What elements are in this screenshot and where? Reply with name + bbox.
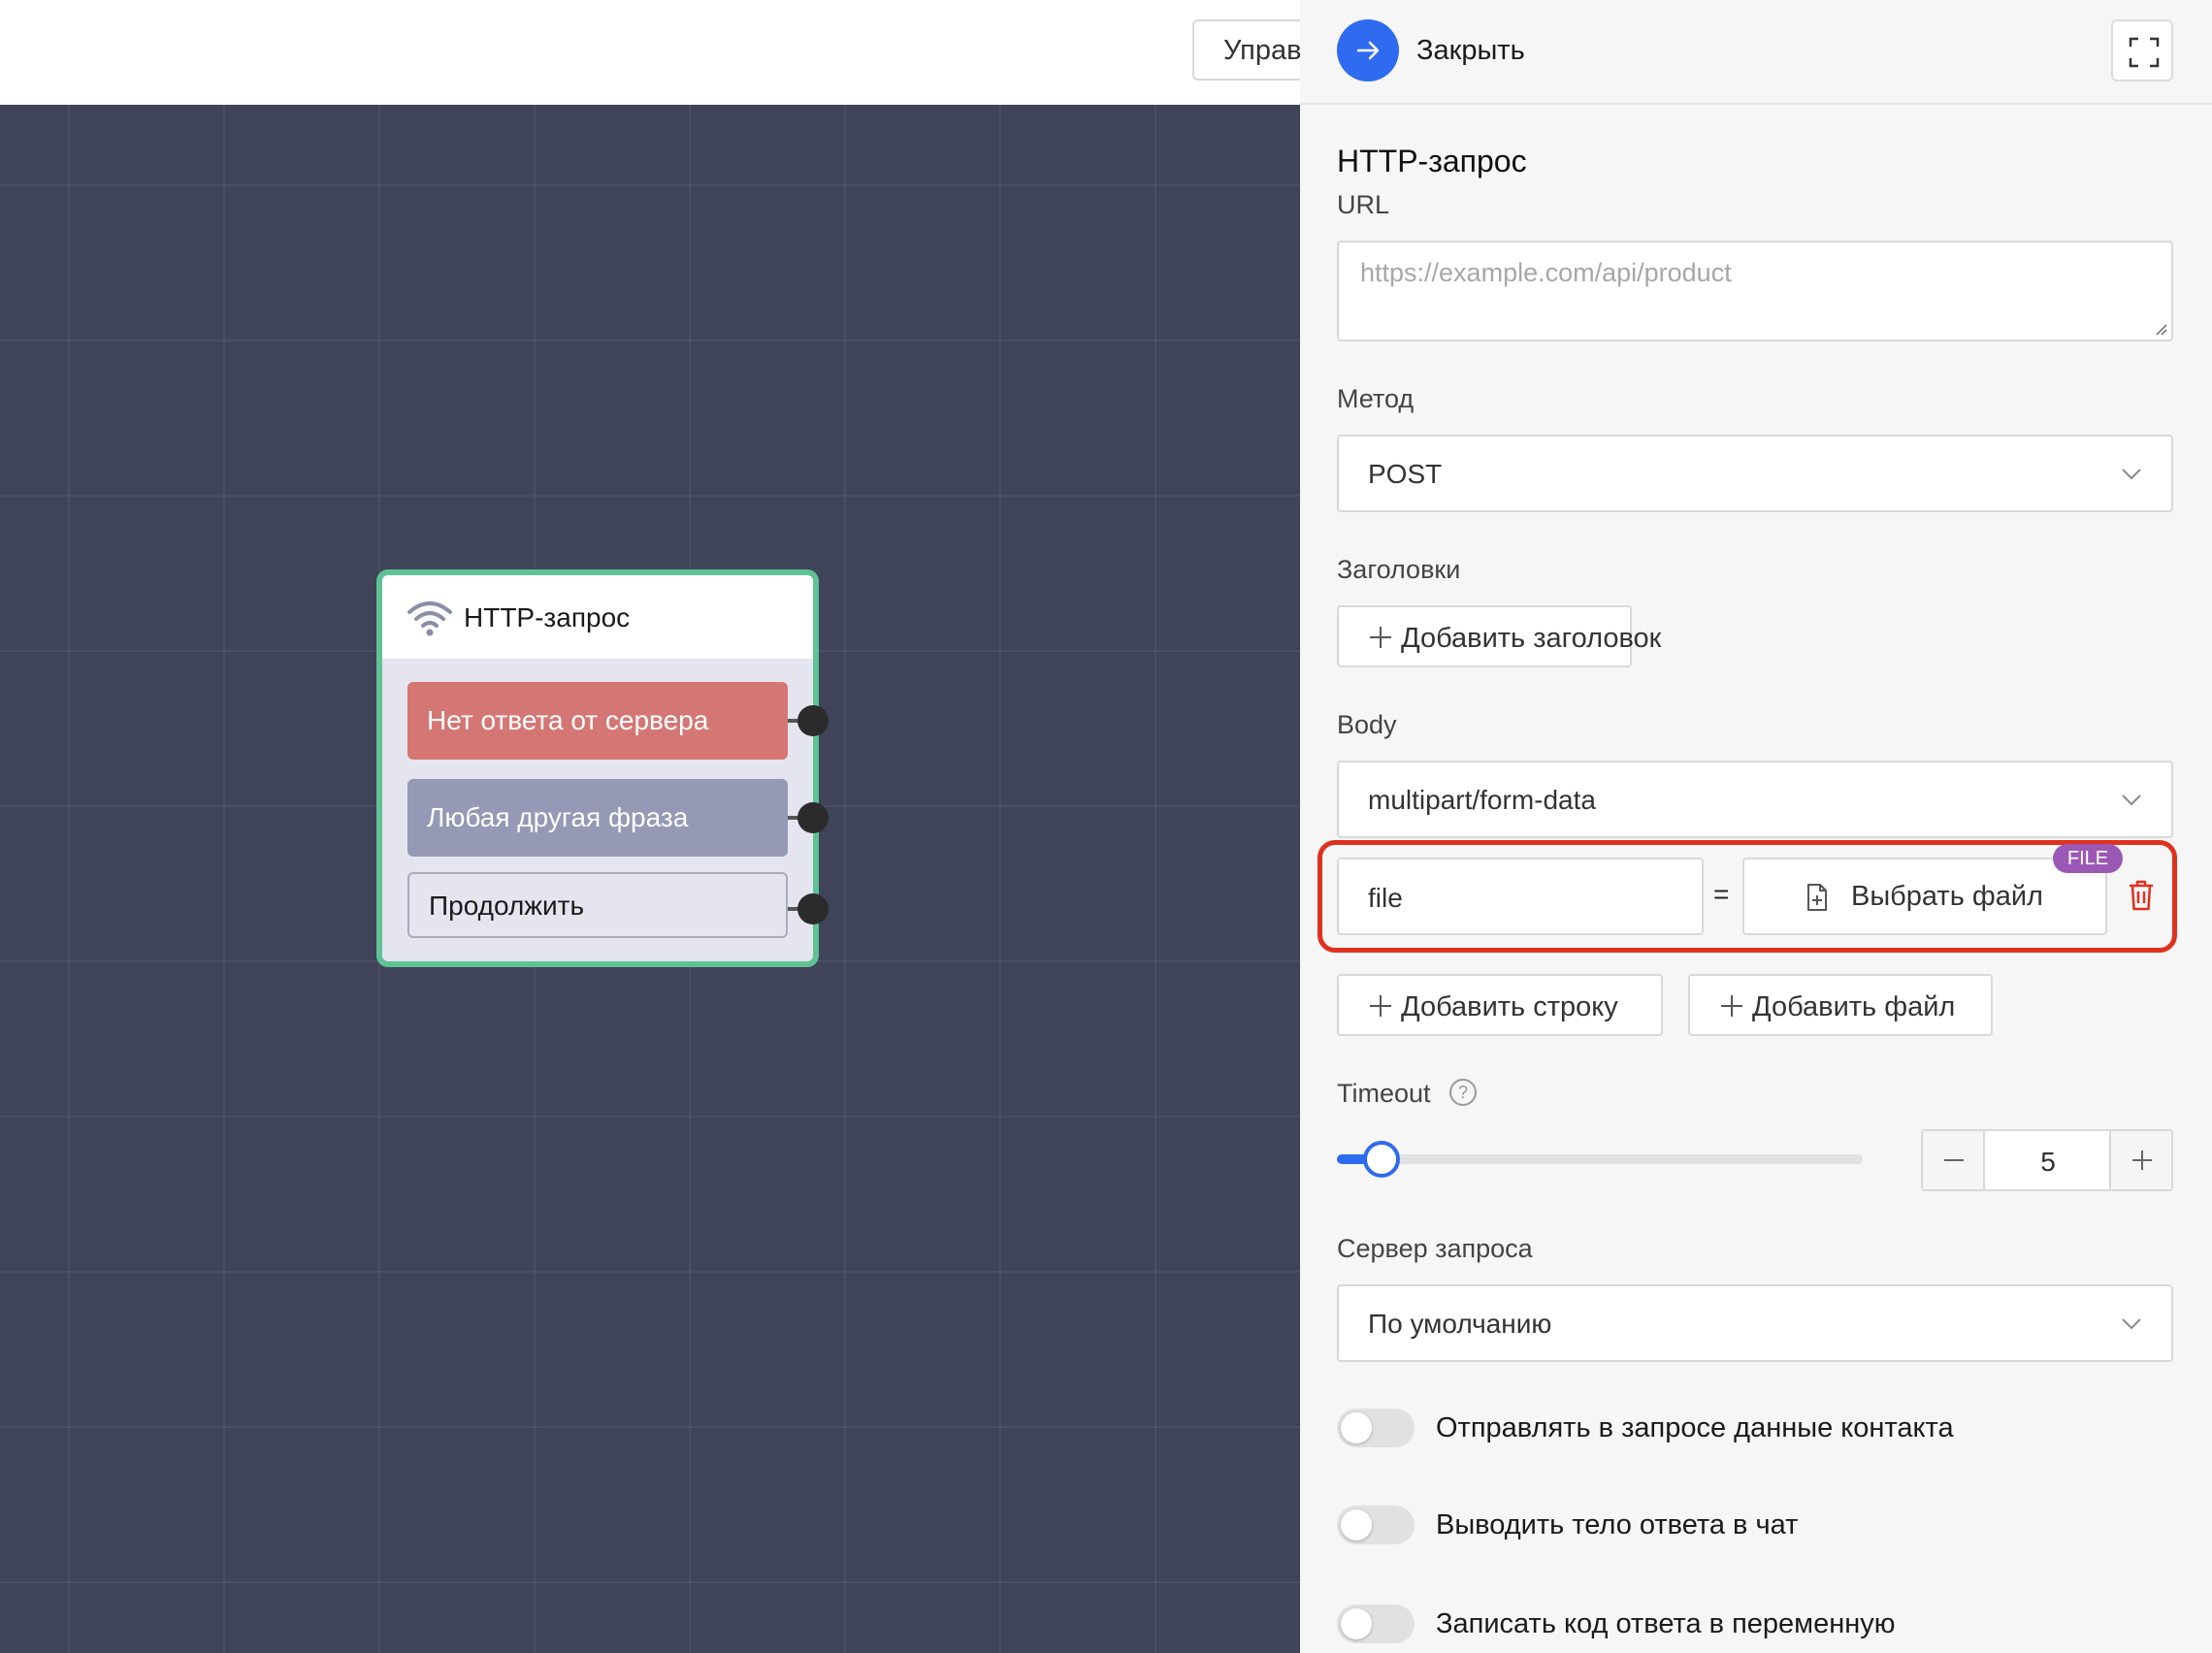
file-add-icon bbox=[1807, 884, 1827, 911]
output-body-label: Выводить тело ответа в чат bbox=[1436, 1509, 1799, 1540]
node-header: HTTP-запрос bbox=[382, 575, 813, 659]
plus-icon bbox=[1370, 995, 1391, 1017]
url-input[interactable]: https://example.com/api/product bbox=[1337, 241, 2173, 341]
plus-icon bbox=[1370, 627, 1391, 648]
node-settings-panel: Закрыть HTTP-запрос URL https://example.… bbox=[1300, 0, 2212, 1653]
toggle-knob bbox=[1341, 1412, 1372, 1443]
plus-icon bbox=[1721, 995, 1742, 1017]
output-port-any-phrase[interactable] bbox=[797, 802, 829, 833]
trash-icon[interactable] bbox=[2127, 879, 2156, 912]
toggle-output-body[interactable] bbox=[1337, 1506, 1415, 1544]
url-label: URL bbox=[1337, 190, 1390, 219]
node-button-any-phrase[interactable]: Любая другая фраза bbox=[407, 779, 788, 857]
plus-icon bbox=[2132, 1151, 2152, 1170]
choose-file-label: Выбрать файл bbox=[1851, 881, 2043, 912]
close-label[interactable]: Закрыть bbox=[1416, 35, 1525, 67]
toggle-knob bbox=[1341, 1608, 1372, 1639]
node-button-continue[interactable]: Продолжить bbox=[407, 872, 788, 938]
output-port-no-response[interactable] bbox=[797, 705, 829, 736]
equals-sign: = bbox=[1713, 879, 1730, 909]
send-contact-data-label: Отправлять в запросе данные контакта bbox=[1436, 1412, 1954, 1443]
decrement-button[interactable] bbox=[1923, 1131, 1985, 1189]
minus-icon bbox=[1944, 1159, 1964, 1161]
body-type-value: multipart/form-data bbox=[1368, 785, 1596, 815]
body-label: Body bbox=[1337, 710, 1397, 739]
timeout-stepper: 5 bbox=[1921, 1129, 2173, 1191]
top-toolbar: Управ bbox=[0, 0, 1348, 105]
timeout-label: Timeout bbox=[1337, 1079, 1431, 1108]
method-select[interactable]: POST bbox=[1337, 435, 2173, 512]
arrow-right-icon bbox=[1356, 41, 1380, 60]
add-header-label: Добавить заголовок bbox=[1401, 623, 1662, 654]
toggle-save-response-code[interactable] bbox=[1337, 1604, 1415, 1643]
output-port-continue[interactable] bbox=[797, 893, 829, 924]
resize-grip-icon[interactable] bbox=[2152, 320, 2167, 336]
save-response-code-label: Записать код ответа в переменную bbox=[1436, 1608, 1896, 1639]
http-request-node[interactable]: HTTP-запрос Нет ответа от сервера Любая … bbox=[376, 569, 829, 967]
method-label: Метод bbox=[1337, 384, 1415, 413]
timeout-value[interactable]: 5 bbox=[1987, 1147, 2109, 1178]
add-row-label: Добавить строку bbox=[1401, 991, 1618, 1022]
add-header-button[interactable]: Добавить заголовок bbox=[1337, 605, 1661, 667]
server-value: По умолчанию bbox=[1368, 1309, 1552, 1339]
help-icon[interactable]: ? bbox=[1449, 1079, 1477, 1106]
chevron-down-icon bbox=[2122, 469, 2141, 480]
server-label: Сервер запроса bbox=[1337, 1234, 1533, 1263]
node-button-no-response[interactable]: Нет ответа от сервера bbox=[407, 682, 788, 760]
add-row-button[interactable]: Добавить строку bbox=[1337, 974, 1663, 1036]
increment-button[interactable] bbox=[2109, 1131, 2171, 1189]
fullscreen-icon bbox=[2129, 37, 2160, 68]
add-file-label: Добавить файл bbox=[1752, 991, 1956, 1022]
panel-header: Закрыть bbox=[1300, 0, 2212, 105]
method-value: POST bbox=[1368, 459, 1443, 489]
close-button[interactable] bbox=[1337, 19, 1399, 81]
server-select[interactable]: По умолчанию bbox=[1337, 1284, 2173, 1362]
slider-handle[interactable] bbox=[1363, 1141, 1400, 1178]
body-key-input[interactable]: file bbox=[1337, 858, 1704, 935]
url-placeholder: https://example.com/api/product bbox=[1360, 258, 1732, 287]
body-type-select[interactable]: multipart/form-data bbox=[1337, 761, 2173, 838]
timeout-slider[interactable] bbox=[1337, 1154, 1863, 1164]
choose-file-button[interactable]: Выбрать файл bbox=[1742, 858, 2107, 935]
file-badge: FILE bbox=[2053, 844, 2123, 873]
chevron-down-icon bbox=[2122, 1318, 2141, 1330]
toggle-send-contact-data[interactable] bbox=[1337, 1409, 1415, 1447]
fullscreen-button[interactable] bbox=[2111, 19, 2173, 81]
panel-title: HTTP-запрос bbox=[1337, 144, 1527, 178]
add-file-button[interactable]: Добавить файл bbox=[1688, 974, 1993, 1036]
chevron-down-icon bbox=[2122, 794, 2141, 806]
toggle-knob bbox=[1341, 1509, 1372, 1540]
headers-label: Заголовки bbox=[1337, 555, 1461, 584]
node-title: HTTP-запрос bbox=[464, 602, 631, 632]
wifi-icon bbox=[407, 601, 452, 636]
